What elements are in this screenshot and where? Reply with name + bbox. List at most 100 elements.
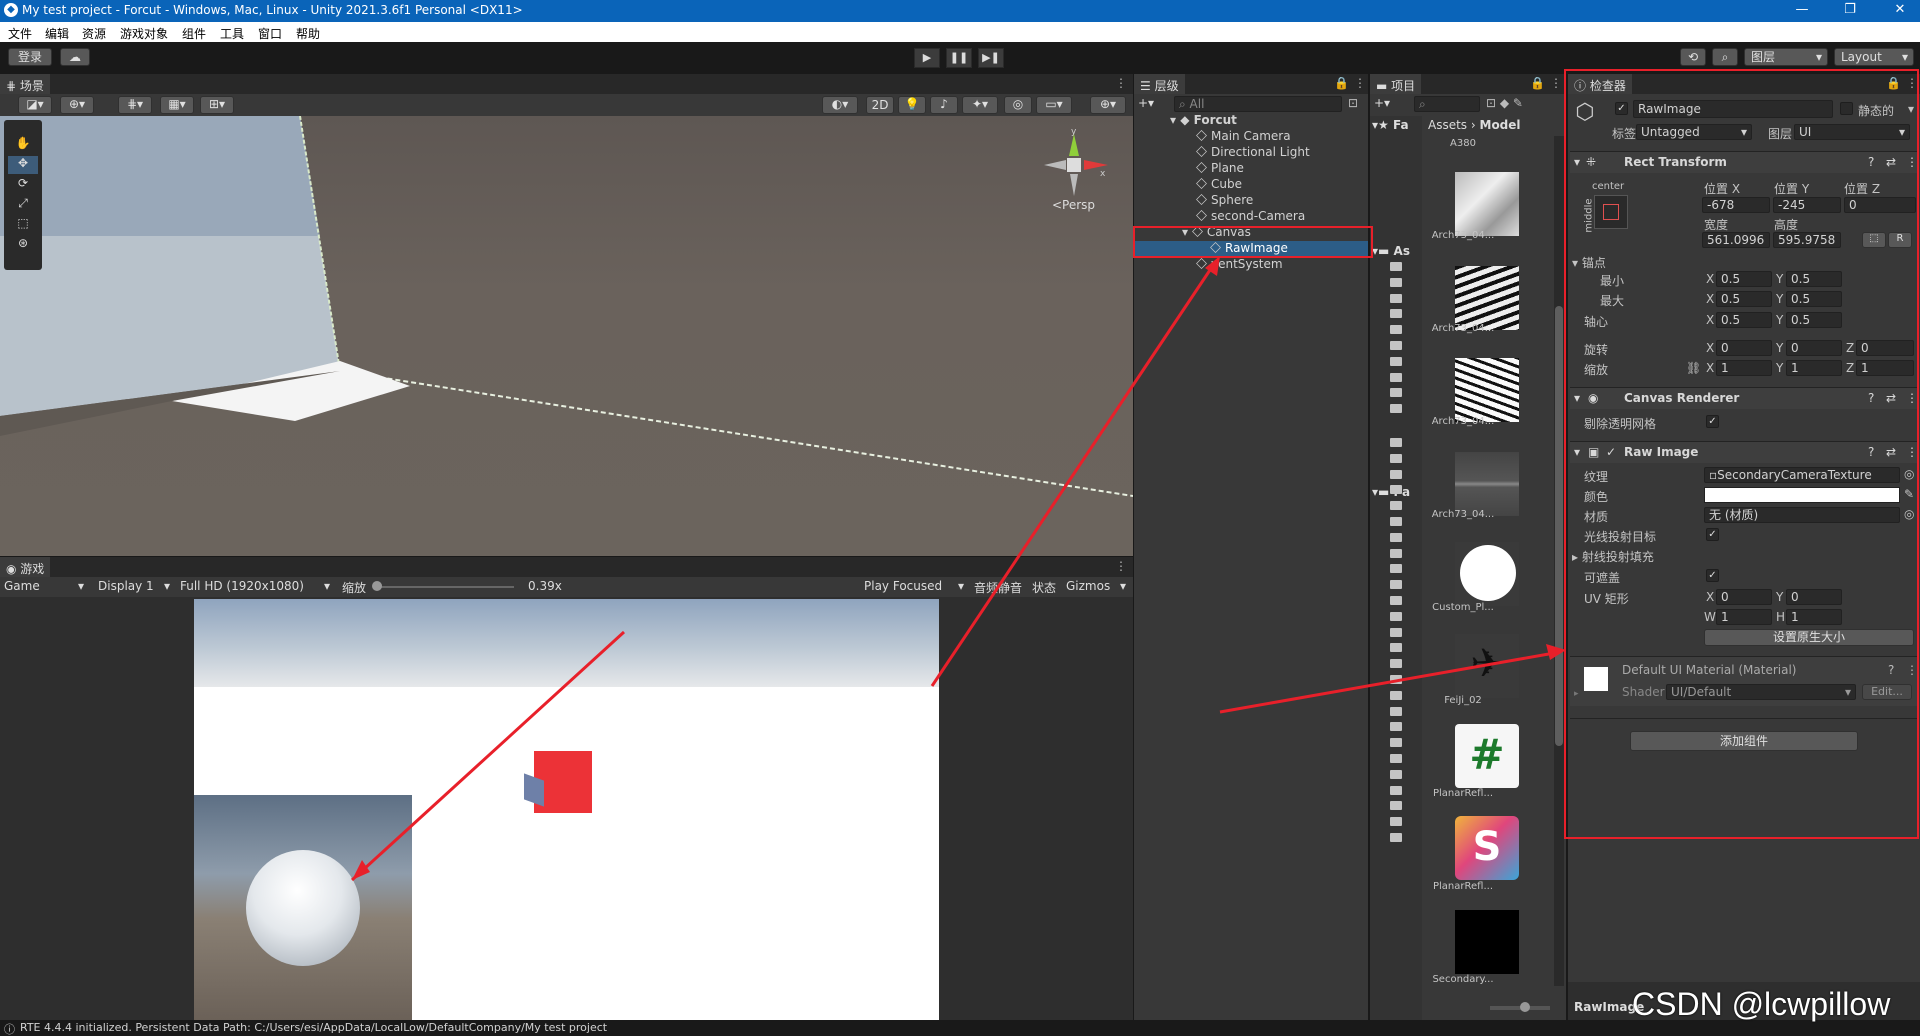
folder-icon[interactable]	[1390, 817, 1402, 826]
display-dropdown[interactable]: Display 1 ▾	[98, 579, 174, 593]
game-viewport[interactable]	[194, 599, 939, 1020]
anchor-min-x-input[interactable]: 0.5	[1716, 271, 1772, 287]
more-icon[interactable]: ⋮	[1906, 391, 1918, 405]
asset-thumbnail[interactable]	[1455, 358, 1519, 422]
add-icon[interactable]: +▾	[1374, 96, 1390, 110]
folder-icon[interactable]	[1390, 294, 1402, 303]
folder-icon[interactable]	[1390, 373, 1402, 382]
play-button[interactable]: ▶	[914, 48, 940, 68]
gizmos-icon[interactable]: ⊕▾	[1090, 96, 1126, 114]
cloud-icon[interactable]: ☁	[60, 48, 90, 66]
hidden-objects-icon[interactable]: ◎	[1004, 96, 1032, 114]
rect-tool-icon[interactable]: ⬚	[8, 216, 38, 234]
raycast-target-checkbox[interactable]: ✓	[1706, 528, 1719, 541]
uv-w-input[interactable]: 1	[1716, 609, 1772, 625]
blueprint-mode-button[interactable]: ⬚	[1862, 232, 1886, 248]
folder-icon[interactable]	[1390, 801, 1402, 810]
layers-dropdown[interactable]: 图层 ▾	[1744, 48, 1828, 66]
pos-z-input[interactable]: 0	[1844, 197, 1916, 213]
maskable-checkbox[interactable]: ✓	[1706, 569, 1719, 582]
menu-tools[interactable]: 工具	[220, 25, 244, 42]
resolution-dropdown[interactable]: Full HD (1920x1080) ▾	[180, 579, 334, 593]
raw-image-header[interactable]: ▾ ▣ ✓ Raw Image ? ⇄ ⋮	[1570, 441, 1918, 463]
preset-icon[interactable]: ⇄	[1886, 155, 1896, 169]
lock-icon[interactable]: 🔒	[1530, 76, 1545, 90]
menu-window[interactable]: 窗口	[258, 25, 282, 42]
project-item-label[interactable]: FeiJi_02	[1426, 695, 1500, 706]
slider-handle[interactable]	[1520, 1002, 1530, 1012]
scale-z-input[interactable]: 1	[1856, 360, 1914, 376]
add-icon[interactable]: +▾	[1138, 96, 1154, 110]
rotate-tool-icon[interactable]: ⟳	[8, 176, 38, 194]
uv-x-input[interactable]: 0	[1716, 589, 1772, 605]
cull-transparent-checkbox[interactable]: ✓	[1706, 415, 1719, 428]
more-icon[interactable]: ⋮	[1115, 559, 1127, 573]
history-icon[interactable]: ⟲	[1680, 48, 1706, 66]
project-item-label[interactable]: Arch73_04...	[1426, 230, 1500, 241]
move-tool-icon[interactable]: ✥	[8, 156, 38, 174]
folder-icon[interactable]	[1390, 262, 1402, 271]
folder-icon[interactable]	[1390, 533, 1402, 542]
folder-icon[interactable]	[1390, 470, 1402, 479]
scale-slider-handle[interactable]	[372, 581, 382, 591]
folder-icon[interactable]	[1390, 325, 1402, 334]
folder-icon[interactable]	[1390, 596, 1402, 605]
orientation-gizmo[interactable]: y x	[1040, 126, 1110, 196]
menu-help[interactable]: 帮助	[296, 25, 320, 42]
static-checkbox[interactable]	[1840, 102, 1853, 115]
add-component-button[interactable]: 添加组件	[1630, 731, 1858, 751]
help-icon[interactable]: ?	[1868, 445, 1874, 459]
project-search-input[interactable]: ⌕	[1414, 96, 1480, 112]
menu-file[interactable]: 文件	[8, 25, 32, 42]
rotation-z-input[interactable]: 0	[1856, 340, 1914, 356]
folder-icon[interactable]	[1390, 278, 1402, 287]
tab-scene[interactable]: ⋕ 场景	[0, 74, 50, 94]
folder-icon[interactable]	[1390, 580, 1402, 589]
folder-icon[interactable]	[1390, 675, 1402, 684]
assets-row[interactable]: ▾▬ As	[1372, 244, 1410, 258]
folder-icon[interactable]	[1390, 612, 1402, 621]
canvas-renderer-header[interactable]: ▾ ◉ Canvas Renderer ? ⇄ ⋮	[1570, 387, 1918, 409]
persp-label[interactable]: <Persp	[1052, 198, 1095, 212]
menu-component[interactable]: 组件	[182, 25, 206, 42]
folder-icon[interactable]	[1390, 770, 1402, 779]
hierarchy-scene-row[interactable]: ▾ ◆ Forcut	[1170, 113, 1237, 129]
anchor-max-x-input[interactable]: 0.5	[1716, 291, 1772, 307]
folder-icon[interactable]	[1390, 628, 1402, 637]
folder-icon[interactable]	[1390, 659, 1402, 668]
stats-button[interactable]: 状态	[1032, 579, 1056, 596]
toggle-2d-button[interactable]: 2D	[866, 96, 894, 114]
anchor-max-y-input[interactable]: 0.5	[1786, 291, 1842, 307]
folder-icon[interactable]	[1390, 454, 1402, 463]
tab-project[interactable]: ▬ 项目	[1370, 74, 1422, 94]
help-icon[interactable]: ?	[1888, 663, 1894, 677]
anchor-min-y-input[interactable]: 0.5	[1786, 271, 1842, 287]
asset-thumbnail[interactable]	[1455, 172, 1519, 236]
help-icon[interactable]: ?	[1868, 391, 1874, 405]
rotation-y-input[interactable]: 0	[1786, 340, 1842, 356]
project-item-label[interactable]: Arch73_04...	[1426, 416, 1500, 427]
camera-icon[interactable]: ▭▾	[1036, 96, 1072, 114]
gizmos-dropdown[interactable]: Gizmos ▾	[1066, 579, 1130, 593]
shader-edit-button[interactable]: Edit...	[1862, 684, 1912, 700]
scale-x-input[interactable]: 1	[1716, 360, 1772, 376]
scale-slider-track[interactable]	[374, 586, 514, 588]
folder-icon[interactable]	[1390, 485, 1402, 494]
folder-icon[interactable]	[1390, 786, 1402, 795]
project-item-a380[interactable]: A380	[1426, 138, 1500, 149]
tab-hierarchy[interactable]: ☰ 层级	[1134, 74, 1185, 94]
lock-icon[interactable]: 🔒	[1886, 76, 1901, 90]
raw-edit-button[interactable]: R	[1888, 232, 1912, 248]
asset-thumbnail[interactable]	[1455, 452, 1519, 516]
link-icon[interactable]: ⛓	[1686, 361, 1701, 375]
folder-icon[interactable]	[1390, 691, 1402, 700]
more-icon[interactable]: ⋮	[1906, 155, 1918, 169]
grid-snap-icon[interactable]: ⋕▾	[118, 96, 152, 114]
folder-icon[interactable]	[1390, 357, 1402, 366]
hierarchy-item-sphere[interactable]: Sphere	[1196, 193, 1253, 209]
folder-icon[interactable]	[1390, 722, 1402, 731]
render-texture-thumbnail[interactable]	[1455, 910, 1519, 974]
folder-icon[interactable]	[1390, 341, 1402, 350]
expand-icon[interactable]: ▸	[1574, 689, 1579, 699]
project-item-label[interactable]: Secondary...	[1426, 974, 1500, 985]
